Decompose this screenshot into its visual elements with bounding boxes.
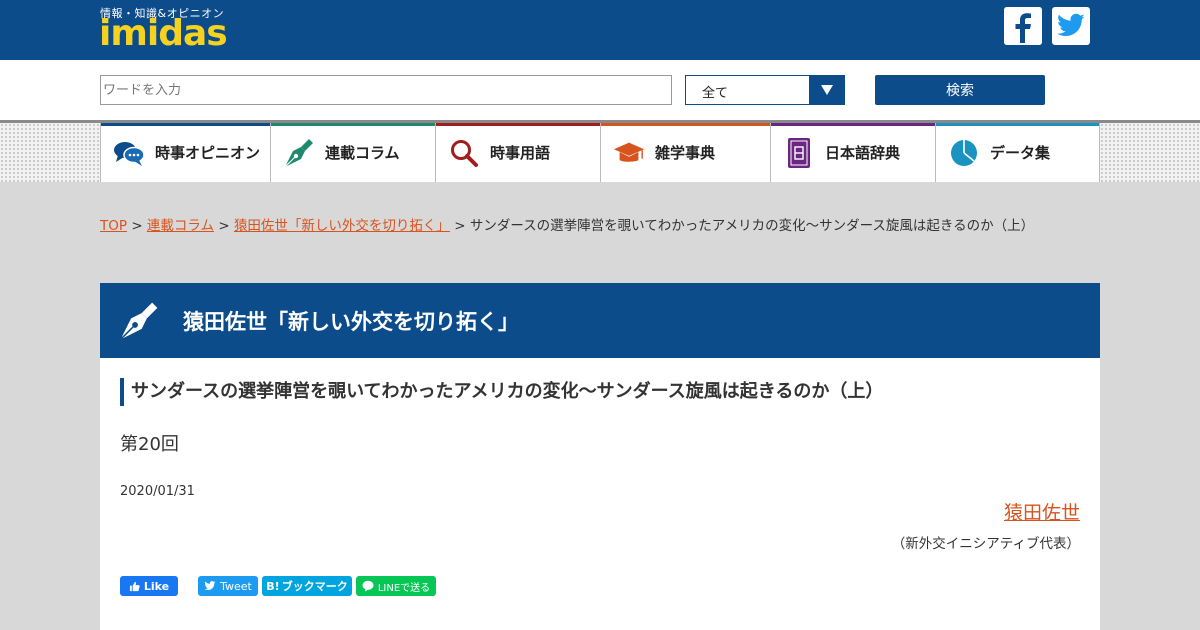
author-role: （新外交イニシアティブ代表） [891, 536, 1080, 552]
facebook-link[interactable] [1004, 7, 1042, 45]
breadcrumb: TOP > 連載コラム > 猿田佐世「新しい外交を切り拓く」 > サンダースの選… [100, 214, 1034, 234]
breadcrumb-column-link[interactable]: 連載コラム [147, 218, 214, 234]
nav-item-opinion[interactable]: 時事オピニオン [100, 123, 270, 182]
article-card: サンダースの選挙陣営を覗いてわかったアメリカの変化～サンダース旋風は起きるのか（… [100, 358, 1100, 630]
breadcrumb-top-link[interactable]: TOP [100, 218, 127, 234]
nav-item-column[interactable]: 連載コラム [270, 123, 435, 182]
nav-label: データ集 [990, 144, 1051, 162]
breadcrumb-separator: > [131, 218, 143, 234]
facebook-like-button[interactable]: Like [120, 576, 178, 596]
line-icon [362, 580, 374, 592]
nav-accent-bar [601, 123, 770, 126]
main-nav-wrapper: 時事オピニオン 連載コラム 時事用語 雑学事典 日本語辞典 データ集 [0, 120, 1200, 182]
category-select[interactable]: 全て [685, 75, 845, 105]
category-select-value: 全て [702, 86, 729, 101]
site-logo[interactable]: imidas [99, 14, 228, 54]
hatena-bookmark-button[interactable]: B! ブックマーク [262, 576, 352, 596]
twitter-link[interactable] [1052, 7, 1090, 45]
author-link[interactable]: 猿田佐世 [1004, 498, 1080, 525]
nav-label: 連載コラム [325, 144, 400, 162]
twitter-icon [204, 581, 216, 590]
nav-item-dictionary[interactable]: 日本語辞典 [770, 123, 935, 182]
tweet-button[interactable]: Tweet [198, 576, 258, 596]
nav-label: 時事オピニオン [155, 144, 261, 162]
thumbs-up-icon [129, 581, 140, 591]
facebook-like-label: Like [143, 579, 170, 593]
dropdown-arrow-icon[interactable] [809, 76, 844, 104]
facebook-icon [1004, 7, 1042, 45]
line-share-label: LINEで送る [377, 582, 431, 594]
article-title: サンダースの選挙陣営を覗いてわかったアメリカの変化～サンダース旋風は起きるのか（… [120, 378, 883, 406]
site-header: 情報・知識&オピニオン imidas [0, 0, 1200, 60]
nav-label: 時事用語 [490, 144, 551, 162]
pie-chart-icon [948, 137, 980, 169]
breadcrumb-current: サンダースの選挙陣営を覗いてわかったアメリカの変化～サンダース旋風は起きるのか（… [469, 218, 1035, 234]
series-title: 猿田佐世「新しい外交を切り拓く」 [183, 310, 519, 334]
magnifier-icon [448, 137, 480, 169]
nav-item-terms[interactable]: 時事用語 [435, 123, 600, 182]
series-header: 猿田佐世「新しい外交を切り拓く」 [100, 283, 1100, 358]
line-share-button[interactable]: LINEで送る [356, 576, 436, 596]
breadcrumb-separator: > [454, 218, 466, 234]
breadcrumb-separator: > [218, 218, 230, 234]
publish-date: 2020/01/31 [120, 484, 195, 499]
search-button[interactable]: 検索 [875, 75, 1045, 105]
hatena-bookmark-label: ブックマーク [281, 580, 348, 593]
dictionary-book-icon [783, 137, 815, 169]
mortarboard-icon [613, 137, 645, 169]
episode-number: 第20回 [120, 434, 179, 455]
nav-item-trivia[interactable]: 雑学事典 [600, 123, 770, 182]
main-nav: 時事オピニオン 連載コラム 時事用語 雑学事典 日本語辞典 データ集 [100, 123, 1100, 182]
tweet-label: Tweet [220, 579, 252, 593]
nav-accent-bar [771, 123, 935, 126]
search-bar: 全て 検索 [0, 60, 1200, 120]
breadcrumb-series-link[interactable]: 猿田佐世「新しい外交を切り拓く」 [234, 218, 450, 234]
twitter-icon [1057, 13, 1085, 36]
pen-nib-icon [120, 302, 158, 340]
nav-accent-bar [436, 123, 600, 126]
nav-accent-bar [271, 123, 435, 126]
speech-bubbles-icon [113, 137, 145, 169]
search-input[interactable] [100, 75, 672, 105]
pen-nib-icon [283, 137, 315, 169]
nav-label: 日本語辞典 [825, 144, 901, 162]
nav-accent-bar [936, 123, 1099, 126]
nav-accent-bar [101, 123, 270, 126]
nav-label: 雑学事典 [655, 144, 716, 162]
nav-item-data[interactable]: データ集 [935, 123, 1100, 182]
hatena-b-icon: B! [266, 579, 280, 593]
